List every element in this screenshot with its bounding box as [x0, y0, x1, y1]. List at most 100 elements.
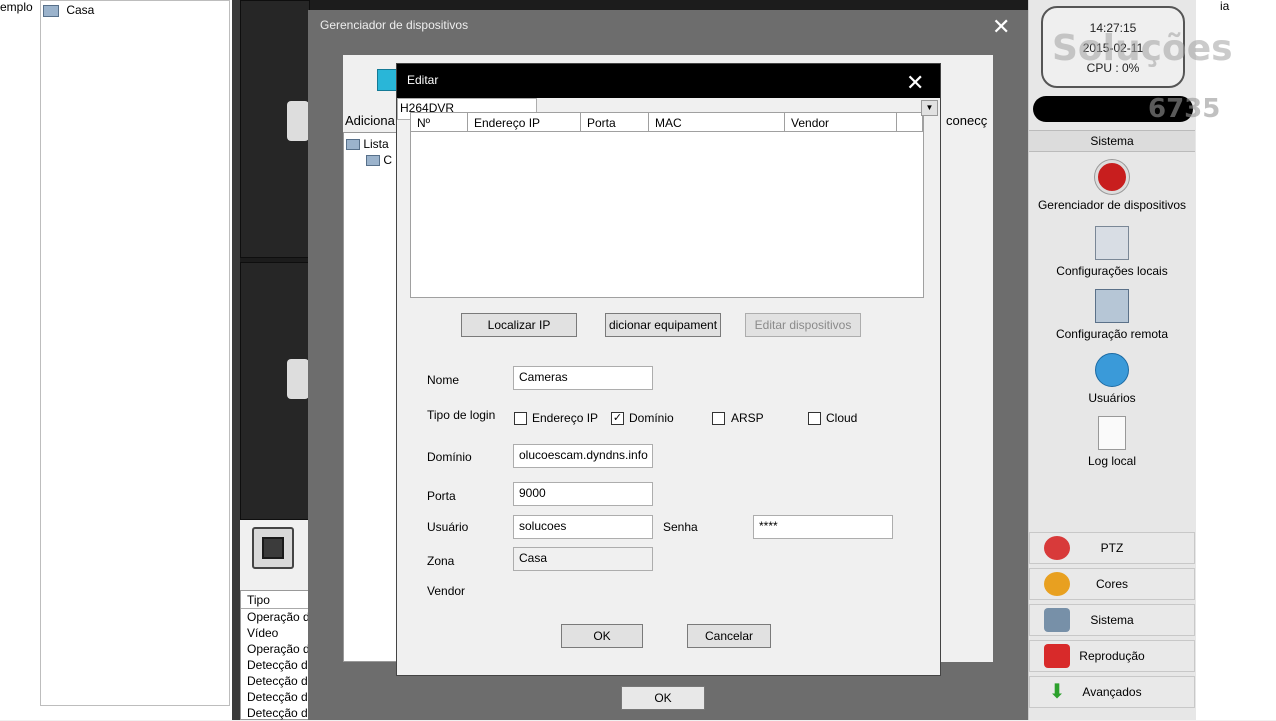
truncated-label: emplo: [0, 0, 33, 14]
zone-tree[interactable]: Casa: [40, 0, 230, 706]
chevron-down-icon[interactable]: ▼: [921, 100, 938, 116]
close-icon[interactable]: ✕: [906, 70, 924, 96]
users-icon: [1095, 353, 1129, 387]
vendor-value: H264DVR: [400, 101, 455, 115]
tool-label: Configuração remota: [1055, 327, 1169, 341]
login-arsp-label[interactable]: ARSP: [731, 411, 764, 425]
log-row[interactable]: Operação d: [241, 609, 311, 625]
login-arsp-checkbox[interactable]: [712, 412, 725, 425]
zone-field[interactable]: Casa: [513, 547, 653, 571]
users-tool[interactable]: Usuários: [1029, 353, 1195, 405]
menu-label: Reprodução: [1079, 649, 1145, 663]
system-icon: [1044, 608, 1070, 632]
log-header[interactable]: Tipo: [241, 591, 311, 609]
close-icon[interactable]: ✕: [992, 16, 1010, 38]
tree-item-list[interactable]: Lista: [346, 137, 389, 151]
col-header-mac[interactable]: MAC: [649, 113, 785, 132]
connect-label[interactable]: conecç: [946, 113, 987, 128]
remote-config-tool[interactable]: Configuração remota: [1029, 289, 1195, 341]
video-cell[interactable]: [240, 262, 310, 520]
cancel-button[interactable]: Cancelar: [687, 624, 771, 648]
log-row[interactable]: Vídeo: [241, 625, 311, 641]
edit-title: Editar: [407, 73, 439, 87]
add-equipment-button[interactable]: dicionar equipament: [605, 313, 721, 337]
playback-icon: [1044, 644, 1070, 668]
device-manager-icon: [1095, 160, 1129, 194]
login-domain-label[interactable]: Domínio: [629, 411, 674, 425]
tree-root-label: Lista: [363, 137, 389, 151]
login-ip-checkbox[interactable]: [514, 412, 527, 425]
advanced-menu-button[interactable]: ⬇ Avançados: [1029, 676, 1195, 708]
menu-label: PTZ: [1100, 541, 1124, 555]
local-log-tool[interactable]: Log local: [1029, 416, 1195, 468]
device-tree[interactable]: Lista C: [343, 132, 403, 662]
col-header-port[interactable]: Porta: [581, 113, 649, 132]
system-section-title: Sistema: [1029, 130, 1195, 152]
tool-label: Gerenciador de dispositivos: [1037, 198, 1187, 212]
domain-label: Domínio: [427, 450, 472, 464]
log-row[interactable]: Detecção d: [241, 673, 311, 689]
login-cloud-checkbox[interactable]: [808, 412, 821, 425]
edit-dialog: Editar ✕ Nº Endereço IP Porta MAC Vendor…: [396, 63, 941, 676]
system-menu-button[interactable]: Sistema: [1029, 604, 1195, 636]
ptz-menu-button[interactable]: PTZ: [1029, 532, 1195, 564]
port-label: Porta: [427, 489, 456, 503]
login-cloud-label[interactable]: Cloud: [826, 411, 857, 425]
col-header-empty: [897, 113, 923, 132]
stop-button[interactable]: [252, 527, 294, 569]
name-field[interactable]: Cameras: [513, 366, 653, 390]
left-pane: emplo Casa: [0, 0, 232, 720]
menu-label: Avançados: [1082, 685, 1142, 699]
advanced-icon: ⬇: [1048, 681, 1066, 703]
locate-ip-button[interactable]: Localizar IP: [461, 313, 577, 337]
log-row[interactable]: Detecção d: [241, 705, 311, 721]
col-header-number[interactable]: Nº: [411, 113, 468, 132]
local-config-icon: [1095, 226, 1129, 260]
col-header-ip[interactable]: Endereço IP: [468, 113, 581, 132]
watermark-phone: 6735: [1148, 94, 1221, 124]
folder-icon: [346, 139, 360, 151]
edit-titlebar[interactable]: Editar ✕: [397, 64, 940, 98]
vendor-label: Vendor: [427, 584, 466, 598]
password-field[interactable]: ****: [753, 515, 893, 539]
folder-icon: [366, 155, 380, 167]
folder-icon: [43, 4, 59, 17]
remote-config-icon: [1095, 289, 1129, 323]
add-label[interactable]: Adiciona: [345, 113, 395, 128]
log-table[interactable]: Tipo Operação d Vídeo Operação d Detecçã…: [240, 590, 312, 720]
ok-button[interactable]: OK: [561, 624, 643, 648]
log-row[interactable]: Detecção d: [241, 689, 311, 705]
log-row[interactable]: Operação d: [241, 641, 311, 657]
ptz-icon: [1044, 536, 1070, 560]
col-header-vendor[interactable]: Vendor: [785, 113, 897, 132]
zone-label: Zona: [427, 554, 455, 568]
tree-item-label: Casa: [66, 3, 95, 17]
local-config-tool[interactable]: Configurações locais: [1029, 226, 1195, 278]
port-field[interactable]: 9000: [513, 482, 653, 506]
edit-body: Nº Endereço IP Porta MAC Vendor Localiza…: [397, 98, 940, 675]
tree-item-child[interactable]: C: [366, 153, 392, 167]
login-type-label: Tipo de login: [427, 408, 496, 422]
playback-menu-button[interactable]: Reprodução: [1029, 640, 1195, 672]
stop-icon: [262, 537, 284, 559]
device-manager-tool[interactable]: Gerenciador de dispositivos: [1029, 160, 1195, 212]
log-row[interactable]: Detecção d: [241, 657, 311, 673]
domain-field[interactable]: olucoescam.dyndns.info: [513, 444, 653, 468]
password-label: Senha: [663, 520, 698, 534]
colors-menu-button[interactable]: Cores: [1029, 568, 1195, 600]
colors-icon: [1044, 572, 1070, 596]
tool-label: Usuários: [1088, 391, 1136, 405]
login-domain-checkbox[interactable]: ✓: [611, 412, 624, 425]
splitter-handle[interactable]: [232, 0, 240, 720]
login-ip-label[interactable]: Endereço IP: [532, 411, 598, 425]
camera-placeholder-icon: [287, 359, 309, 399]
log-icon: [1098, 416, 1126, 450]
device-search-table[interactable]: Nº Endereço IP Porta MAC Vendor: [410, 112, 924, 298]
name-label: Nome: [427, 373, 460, 387]
tree-item-casa[interactable]: Casa: [43, 3, 94, 17]
video-cell[interactable]: [240, 0, 310, 258]
tool-label: Log local: [1087, 454, 1137, 468]
edit-devices-button[interactable]: Editar dispositivos: [745, 313, 861, 337]
device-manager-ok-button[interactable]: OK: [621, 686, 705, 710]
user-field[interactable]: solucoes: [513, 515, 653, 539]
